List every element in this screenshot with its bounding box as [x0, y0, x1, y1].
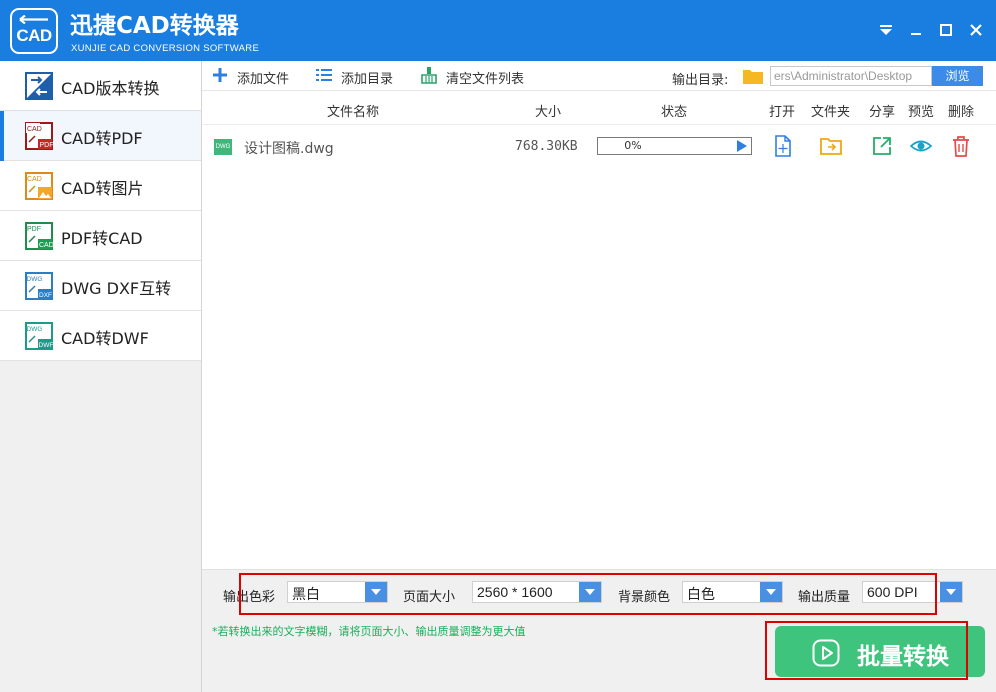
header-name: 文件名称 [327, 105, 380, 120]
list-icon [316, 69, 332, 81]
options-panel: 输出色彩 黑白 页面大小 2560 * 1600 背景颜色 白色 输出质量 60… [202, 569, 996, 692]
svg-text:CAD: CAD [39, 242, 53, 249]
output-dir-input[interactable]: ers\Administrator\Desktop [770, 66, 932, 86]
clear-list-button[interactable]: 清空文件列表 [420, 66, 530, 87]
delete-trash-icon[interactable] [950, 135, 972, 157]
sidebar-item-label: CAD版本转换 [61, 79, 160, 98]
table-row[interactable]: DWG 设计图稿.dwg 768.30KB 0% [202, 126, 996, 166]
cad-to-image-icon: CAD [25, 172, 53, 200]
sidebar-item-cad-to-dwf[interactable]: DWG DWF CAD转DWF [0, 311, 201, 361]
table-header: 文件名称 大小 状态 打开 文件夹 分享 预览 删除 [202, 92, 996, 125]
share-icon[interactable] [871, 135, 893, 157]
clear-list-label: 清空文件列表 [446, 72, 525, 87]
sidebar-item-cad-version[interactable]: CAD版本转换 [0, 61, 201, 111]
broom-icon [421, 67, 437, 84]
sidebar-item-label: PDF转CAD [61, 229, 143, 248]
header-status: 状态 [661, 105, 688, 120]
version-convert-icon [25, 72, 53, 100]
add-folder-button[interactable]: 添加目录 [315, 66, 397, 87]
file-size: 768.30KB [515, 139, 578, 154]
highlight-box-options [239, 573, 937, 615]
svg-text:CAD: CAD [27, 176, 42, 183]
open-folder-icon[interactable] [820, 135, 842, 157]
header-share: 分享 [869, 105, 896, 120]
sidebar-item-label: CAD转PDF [61, 129, 143, 148]
file-name: 设计图稿.dwg [244, 141, 334, 157]
preview-eye-icon[interactable] [910, 135, 932, 157]
app-logo: CAD [10, 8, 58, 54]
add-folder-label: 添加目录 [341, 72, 394, 87]
sidebar-item-dwg-dxf[interactable]: DWG DXF DWG DXF互转 [0, 261, 201, 311]
header-folder: 文件夹 [811, 105, 851, 120]
logo-text: CAD [16, 26, 52, 45]
svg-text:PDF: PDF [27, 226, 41, 233]
file-list-empty-area [202, 166, 996, 569]
hint-text: *若转换出来的文字模糊，请将页面大小、输出质量调整为更大值 [212, 625, 526, 638]
progress-bar: 0% [597, 137, 752, 155]
header-size: 大小 [535, 105, 562, 120]
svg-text:DWG: DWG [27, 326, 43, 333]
maximize-icon[interactable] [937, 21, 955, 39]
sidebar-item-label: CAD转DWF [61, 329, 149, 348]
header-preview: 预览 [908, 105, 935, 120]
progress-text: 0% [624, 139, 642, 152]
dwg-dxf-icon: DWG DXF [25, 272, 53, 300]
header-delete: 删除 [948, 105, 975, 120]
cad-to-dwf-icon: DWG DWF [25, 322, 53, 350]
sidebar-item-cad-to-pdf[interactable]: CAD PDF CAD转PDF [0, 111, 201, 161]
title-bar: CAD 迅捷CAD转换器 XUNJIE CAD CONVERSION SOFTW… [0, 0, 996, 61]
menu-dropdown-icon[interactable] [877, 21, 895, 39]
chevron-down-icon [946, 589, 956, 595]
close-icon[interactable] [967, 21, 985, 39]
dwg-file-icon: DWG [214, 139, 232, 155]
toolbar: 添加文件 添加目录 清空文件列表 输出目录: ers\Administrator… [202, 61, 996, 91]
sidebar: CAD版本转换 CAD PDF CAD转PDF CAD CAD转图片 PDF C… [0, 61, 202, 692]
dropdown-button[interactable] [940, 582, 962, 602]
app-title: 迅捷CAD转换器 [70, 13, 239, 39]
minimize-icon[interactable] [907, 21, 925, 39]
arrow-icon [19, 15, 48, 24]
highlight-box-convert [765, 621, 968, 680]
sidebar-item-label: DWG DXF互转 [61, 279, 172, 298]
sidebar-item-pdf-to-cad[interactable]: PDF CAD PDF转CAD [0, 211, 201, 261]
sidebar-item-label: CAD转图片 [61, 179, 144, 198]
svg-text:CAD: CAD [27, 126, 42, 133]
app-subtitle: XUNJIE CAD CONVERSION SOFTWARE [71, 43, 260, 54]
folder-icon [743, 70, 763, 84]
svg-text:DWF: DWF [39, 342, 54, 349]
add-file-label: 添加文件 [237, 72, 290, 87]
svg-text:DXF: DXF [39, 292, 52, 299]
output-dir-label: 输出目录: [672, 73, 729, 88]
add-file-button[interactable]: 添加文件 [211, 66, 293, 87]
sidebar-item-cad-to-image[interactable]: CAD CAD转图片 [0, 161, 201, 211]
cad-to-pdf-icon: CAD PDF [25, 122, 53, 150]
browse-button[interactable]: 浏览 [932, 66, 983, 86]
svg-text:PDF: PDF [40, 142, 54, 149]
plus-icon [213, 68, 227, 82]
svg-text:DWG: DWG [27, 276, 43, 283]
play-icon[interactable] [736, 140, 748, 152]
pdf-to-cad-icon: PDF CAD [25, 222, 53, 250]
open-file-icon[interactable] [772, 135, 794, 157]
header-open: 打开 [769, 105, 796, 120]
